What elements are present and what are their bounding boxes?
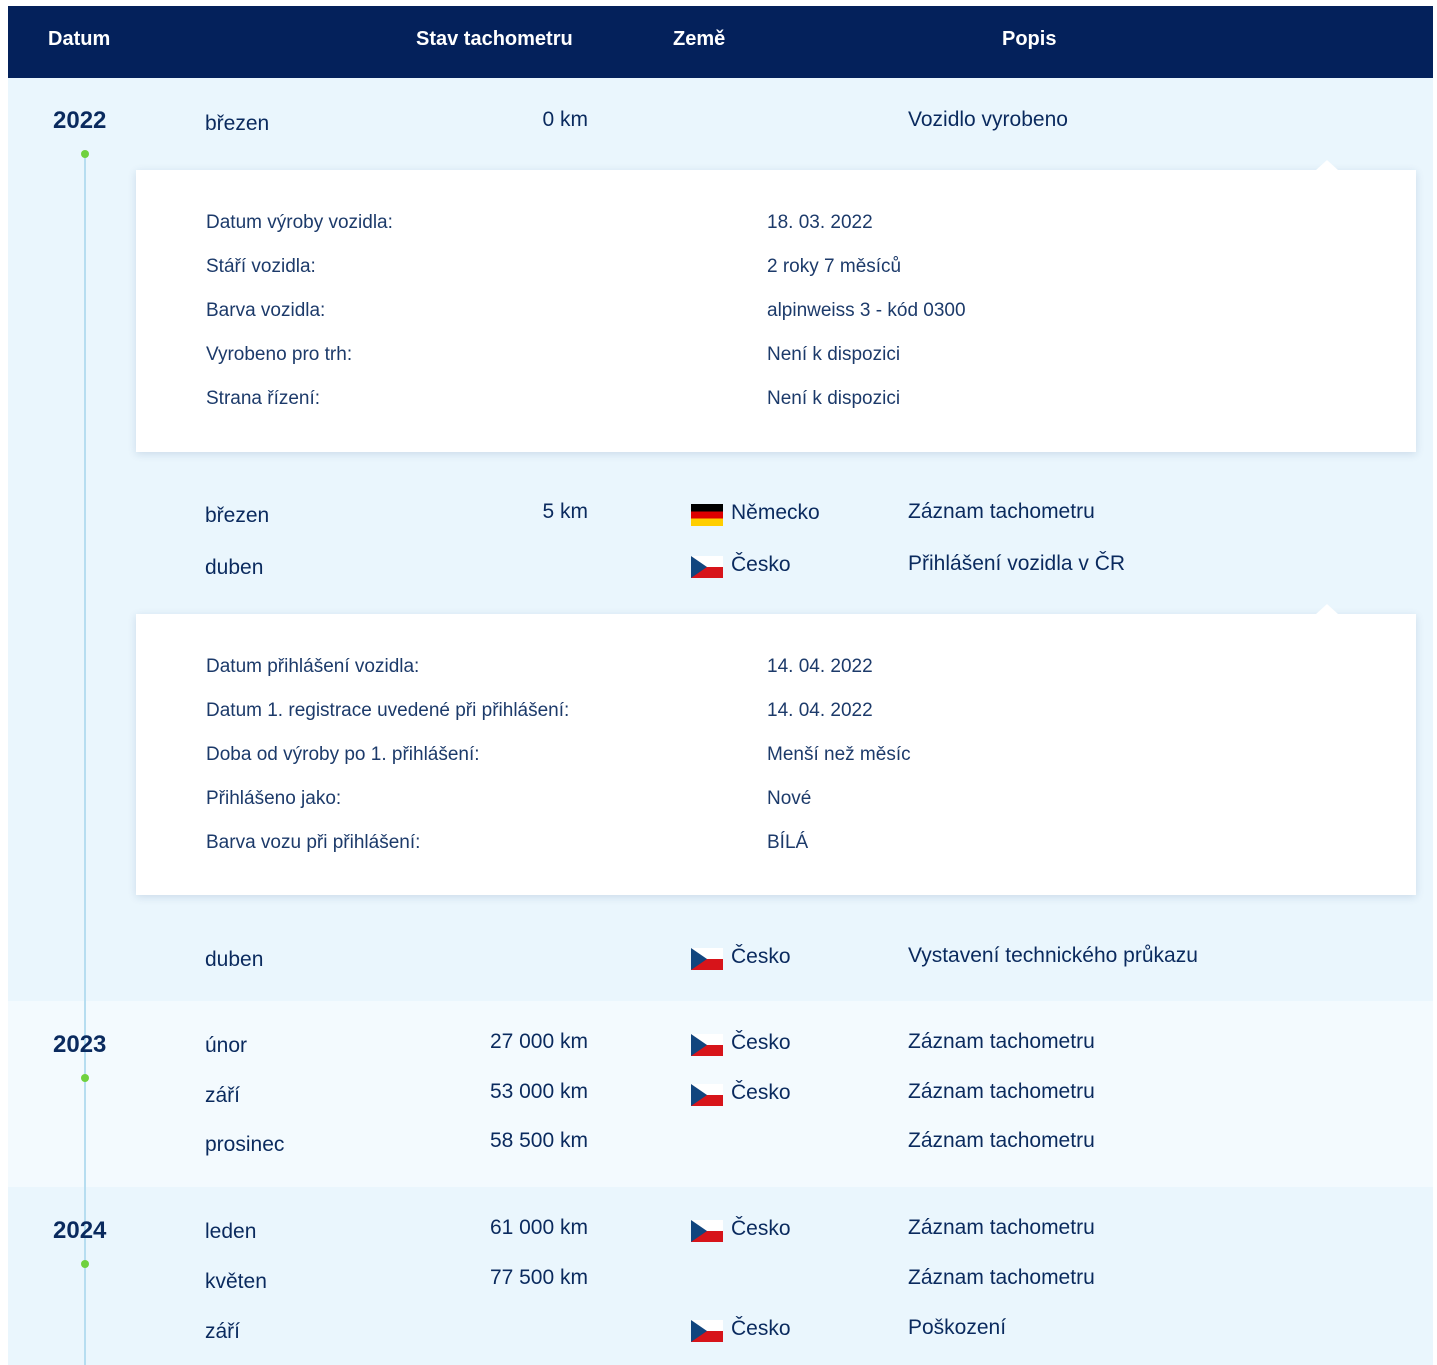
- country-name: Německo: [731, 501, 820, 524]
- list-item[interactable]: únor 27 000 km Česko Záznam tachometru: [8, 1030, 1433, 1060]
- list-item[interactable]: leden 61 000 km Česko Záznam tachometru: [8, 1216, 1433, 1246]
- row-km: 27 000 km: [489, 1030, 588, 1053]
- row-km: 53 000 km: [489, 1080, 588, 1103]
- row-month: květen: [205, 1270, 267, 1293]
- detail-row: Datum výroby vozidla: 18. 03. 2022: [206, 212, 1306, 238]
- row-desc: Záznam tachometru: [908, 1129, 1095, 1152]
- detail-value: 2 roky 7 měsíců: [767, 256, 902, 277]
- country-name: Česko: [731, 1217, 791, 1240]
- header-datum: Datum: [48, 28, 111, 50]
- detail-row: Doba od výroby po 1. přihlášení: Menší n…: [206, 744, 1306, 770]
- row-km: 5 km: [542, 500, 588, 523]
- detail-row: Přihlášeno jako: Nové: [206, 788, 1306, 814]
- detail-key: Doba od výroby po 1. přihlášení:: [206, 744, 480, 765]
- row-desc: Záznam tachometru: [908, 1266, 1095, 1289]
- row-km: 77 500 km: [489, 1266, 588, 1289]
- detail-row: Vyrobeno pro trh: Není k dispozici: [206, 344, 1306, 370]
- list-item[interactable]: březen 0 km Vozidlo vyrobeno: [8, 108, 1433, 138]
- row-country: Česko: [691, 944, 791, 970]
- row-country: Česko: [691, 1030, 791, 1056]
- country-name: Česko: [731, 1081, 791, 1104]
- list-item[interactable]: prosinec 58 500 km Záznam tachometru: [8, 1129, 1433, 1159]
- detail-row: Barva vozu při přihlášení: BÍLÁ: [206, 832, 1306, 858]
- list-item[interactable]: duben Česko Vystavení technického průkaz…: [8, 944, 1433, 974]
- list-item[interactable]: září Česko Poškození: [8, 1316, 1433, 1346]
- row-month: březen: [205, 112, 270, 135]
- detail-row: Stáří vozidla: 2 roky 7 měsíců: [206, 256, 1306, 282]
- detail-value: BÍLÁ: [767, 832, 809, 853]
- detail-key: Barva vozidla:: [206, 300, 326, 321]
- detail-key: Datum 1. registrace uvedené při přihláše…: [206, 700, 570, 721]
- germany-flag-icon: [691, 504, 723, 526]
- detail-key: Přihlášeno jako:: [206, 788, 342, 809]
- czech-flag-icon: [691, 1320, 723, 1342]
- detail-key: Barva vozu při přihlášení:: [206, 832, 421, 853]
- row-desc: Záznam tachometru: [908, 1080, 1095, 1103]
- row-month: prosinec: [205, 1133, 285, 1156]
- detail-row: Barva vozidla: alpinweiss 3 - kód 0300: [206, 300, 1306, 326]
- list-item[interactable]: březen 5 km Německo Záznam tachometru: [8, 500, 1433, 530]
- detail-row: Strana řízení: Není k dispozici: [206, 388, 1306, 414]
- detail-value: Není k dispozici: [767, 344, 901, 365]
- czech-flag-icon: [691, 948, 723, 970]
- row-desc: Přihlášení vozidla v ČR: [908, 552, 1126, 575]
- row-month: duben: [205, 556, 264, 579]
- country-name: Česko: [731, 1031, 791, 1054]
- detail-key: Datum výroby vozidla:: [206, 212, 393, 233]
- timeline-line: [84, 154, 86, 1365]
- detail-key: Datum přihlášení vozidla:: [206, 656, 420, 677]
- row-desc: Záznam tachometru: [908, 1030, 1095, 1053]
- country-name: Česko: [731, 1317, 791, 1340]
- row-country: Česko: [691, 552, 791, 578]
- header-zeme: Země: [673, 28, 726, 50]
- czech-flag-icon: [691, 1034, 723, 1056]
- czech-flag-icon: [691, 1220, 723, 1242]
- detail-value: 18. 03. 2022: [767, 212, 873, 233]
- row-country: Německo: [691, 500, 820, 526]
- detail-value: Nové: [767, 788, 812, 809]
- detail-row: Datum přihlášení vozidla: 14. 04. 2022: [206, 656, 1306, 682]
- detail-key: Vyrobeno pro trh:: [206, 344, 353, 365]
- row-km: 61 000 km: [489, 1216, 588, 1239]
- detail-row: Datum 1. registrace uvedené při přihláše…: [206, 700, 1306, 726]
- header-stav-tachometru: Stav tachometru: [416, 28, 573, 50]
- czech-flag-icon: [691, 556, 723, 578]
- detail-value: Není k dispozici: [767, 388, 901, 409]
- detail-value: 14. 04. 2022: [767, 700, 873, 721]
- row-desc: Vystavení technického průkazu: [908, 944, 1198, 967]
- row-month: duben: [205, 948, 264, 971]
- row-desc: Záznam tachometru: [908, 500, 1095, 523]
- detail-key: Strana řízení:: [206, 388, 321, 409]
- detail-value: alpinweiss 3 - kód 0300: [767, 300, 966, 321]
- country-name: Česko: [731, 945, 791, 968]
- list-item[interactable]: květen 77 500 km Záznam tachometru: [8, 1266, 1433, 1296]
- czech-flag-icon: [691, 1084, 723, 1106]
- row-month: září: [205, 1320, 241, 1343]
- list-item[interactable]: duben Česko Přihlášení vozidla v ČR: [8, 552, 1433, 582]
- row-desc: Vozidlo vyrobeno: [908, 108, 1068, 131]
- list-item[interactable]: září 53 000 km Česko Záznam tachometru: [8, 1080, 1433, 1110]
- row-month: leden: [205, 1220, 257, 1243]
- timeline-dot-2022: [81, 150, 89, 158]
- row-desc: Záznam tachometru: [908, 1216, 1095, 1239]
- row-month: březen: [205, 504, 270, 527]
- header-popis: Popis: [1002, 28, 1057, 50]
- country-name: Česko: [731, 553, 791, 576]
- detail-value: Menší než měsíc: [767, 744, 911, 765]
- row-km: 58 500 km: [489, 1129, 588, 1152]
- row-km: 0 km: [542, 108, 588, 131]
- detail-card-registration: Datum přihlášení vozidla: 14. 04. 2022 D…: [136, 604, 1416, 895]
- table-header: Datum Stav tachometru Země Popis: [8, 6, 1433, 78]
- detail-value: 14. 04. 2022: [767, 656, 873, 677]
- row-desc: Poškození: [908, 1316, 1007, 1339]
- detail-card-production: Datum výroby vozidla: 18. 03. 2022 Stáří…: [136, 160, 1416, 452]
- detail-key: Stáří vozidla:: [206, 256, 316, 277]
- row-country: Česko: [691, 1080, 791, 1106]
- row-country: Česko: [691, 1316, 791, 1342]
- row-month: únor: [205, 1034, 248, 1057]
- row-month: září: [205, 1084, 241, 1107]
- row-country: Česko: [691, 1216, 791, 1242]
